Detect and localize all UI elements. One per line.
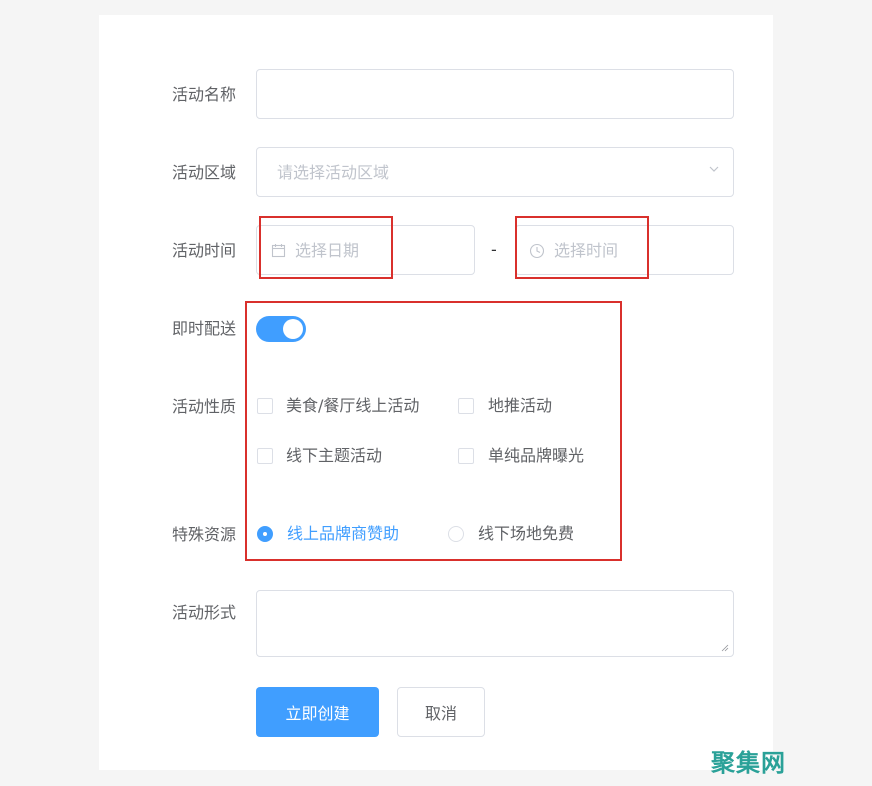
activity-name-label: 活动名称	[172, 85, 237, 104]
time-separator: -	[491, 240, 497, 259]
nature-checkbox-4[interactable]	[458, 448, 474, 464]
activity-nature-label: 活动性质	[172, 397, 237, 416]
instant-delivery-switch[interactable]	[256, 316, 306, 342]
resource-radio-2[interactable]	[448, 526, 464, 542]
activity-form-textarea[interactable]	[256, 590, 734, 657]
region-placeholder: 请选择活动区域	[277, 163, 390, 182]
nature-option-3-label: 线下主题活动	[286, 446, 383, 465]
activity-name-input[interactable]	[256, 69, 734, 119]
activity-form-label: 活动形式	[172, 603, 237, 622]
nature-option-1-label: 美食/餐厅线上活动	[286, 396, 420, 415]
watermark-logo: 聚集网	[711, 749, 786, 777]
chevron-down-icon	[709, 166, 719, 172]
special-resource-label: 特殊资源	[172, 525, 237, 544]
nature-option-2-label: 地推活动	[488, 396, 553, 415]
nature-checkbox-2[interactable]	[458, 398, 474, 414]
time-highlight-box	[515, 216, 649, 279]
options-highlight-box	[245, 301, 622, 561]
nature-checkbox-3[interactable]	[257, 448, 273, 464]
activity-time-label: 活动时间	[172, 241, 237, 260]
activity-region-select[interactable]: 请选择活动区域	[256, 147, 734, 197]
cancel-button[interactable]: 取消	[397, 687, 485, 737]
activity-region-label: 活动区域	[172, 163, 237, 182]
date-highlight-box	[259, 216, 393, 279]
resource-radio-1[interactable]	[257, 526, 273, 542]
instant-delivery-label: 即时配送	[172, 319, 237, 338]
resource-option-1-label: 线上品牌商赞助	[287, 524, 400, 543]
switch-knob	[283, 319, 303, 339]
nature-option-4-label: 单纯品牌曝光	[488, 446, 585, 465]
resource-option-2-label: 线下场地免费	[478, 524, 575, 543]
resize-handle-icon[interactable]	[721, 644, 729, 652]
nature-checkbox-1[interactable]	[257, 398, 273, 414]
create-button[interactable]: 立即创建	[256, 687, 379, 737]
